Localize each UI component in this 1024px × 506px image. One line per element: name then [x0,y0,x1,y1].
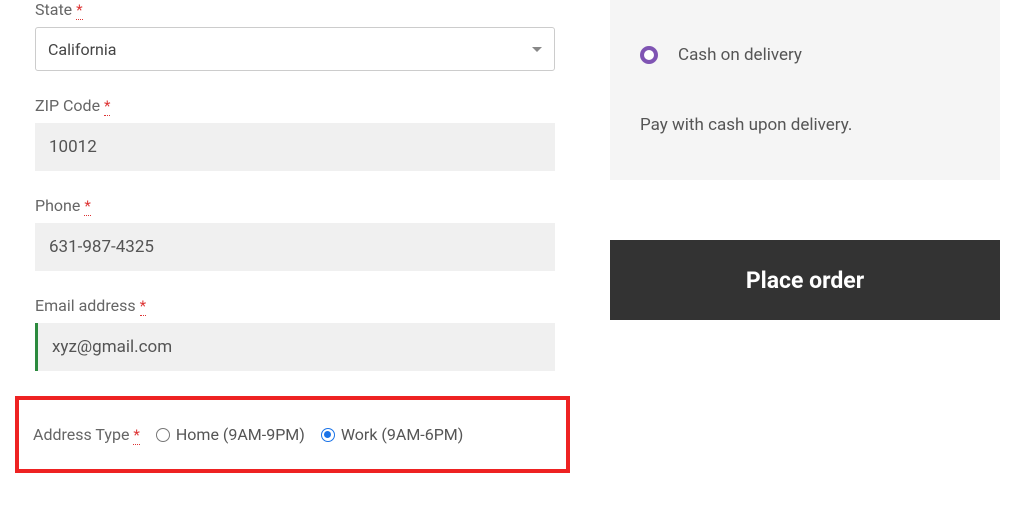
radio-dot-icon [324,431,331,438]
state-selected-value: California [48,40,116,59]
email-field: Email address * [35,296,555,371]
address-type-home-label: Home (9AM-9PM) [176,425,305,444]
zip-label: ZIP Code * [35,96,555,115]
state-select[interactable]: California [35,27,555,71]
phone-label-text: Phone [35,196,80,215]
phone-input[interactable] [35,223,555,271]
address-type-row: Address Type * Home (9AM-9PM) Work (9AM-… [33,425,552,444]
radio-icon [156,428,170,442]
email-label: Email address * [35,296,555,315]
email-input[interactable] [35,323,555,371]
radio-icon-checked [321,428,335,442]
payment-option-cod[interactable]: Cash on delivery [640,45,970,65]
address-type-work-label: Work (9AM-6PM) [341,425,464,444]
chevron-down-icon [532,47,542,52]
phone-label: Phone * [35,196,555,215]
required-mark: * [76,1,82,20]
state-field: State * California [35,0,555,71]
payment-box: Cash on delivery Pay with cash upon deli… [610,0,1000,180]
required-mark: * [104,97,110,116]
address-type-home-option[interactable]: Home (9AM-9PM) [156,425,305,444]
address-type-work-option[interactable]: Work (9AM-6PM) [321,425,464,444]
phone-field: Phone * [35,196,555,271]
zip-label-text: ZIP Code [35,96,100,115]
payment-option-label: Cash on delivery [678,45,802,65]
required-mark: * [140,297,146,316]
zip-input[interactable] [35,123,555,171]
state-label: State * [35,0,555,19]
spacer [610,180,1000,240]
payment-description: Pay with cash upon delivery. [640,115,970,135]
address-type-label-text: Address Type [33,425,129,444]
zip-field: ZIP Code * [35,96,555,171]
email-label-text: Email address [35,296,136,315]
state-label-text: State [35,0,72,19]
place-order-button[interactable]: Place order [610,240,1000,320]
radio-selected-icon [640,46,658,64]
required-mark: * [133,426,139,445]
address-type-highlight: Address Type * Home (9AM-9PM) Work (9AM-… [15,396,570,473]
address-type-label: Address Type * [33,425,140,444]
required-mark: * [84,197,90,216]
